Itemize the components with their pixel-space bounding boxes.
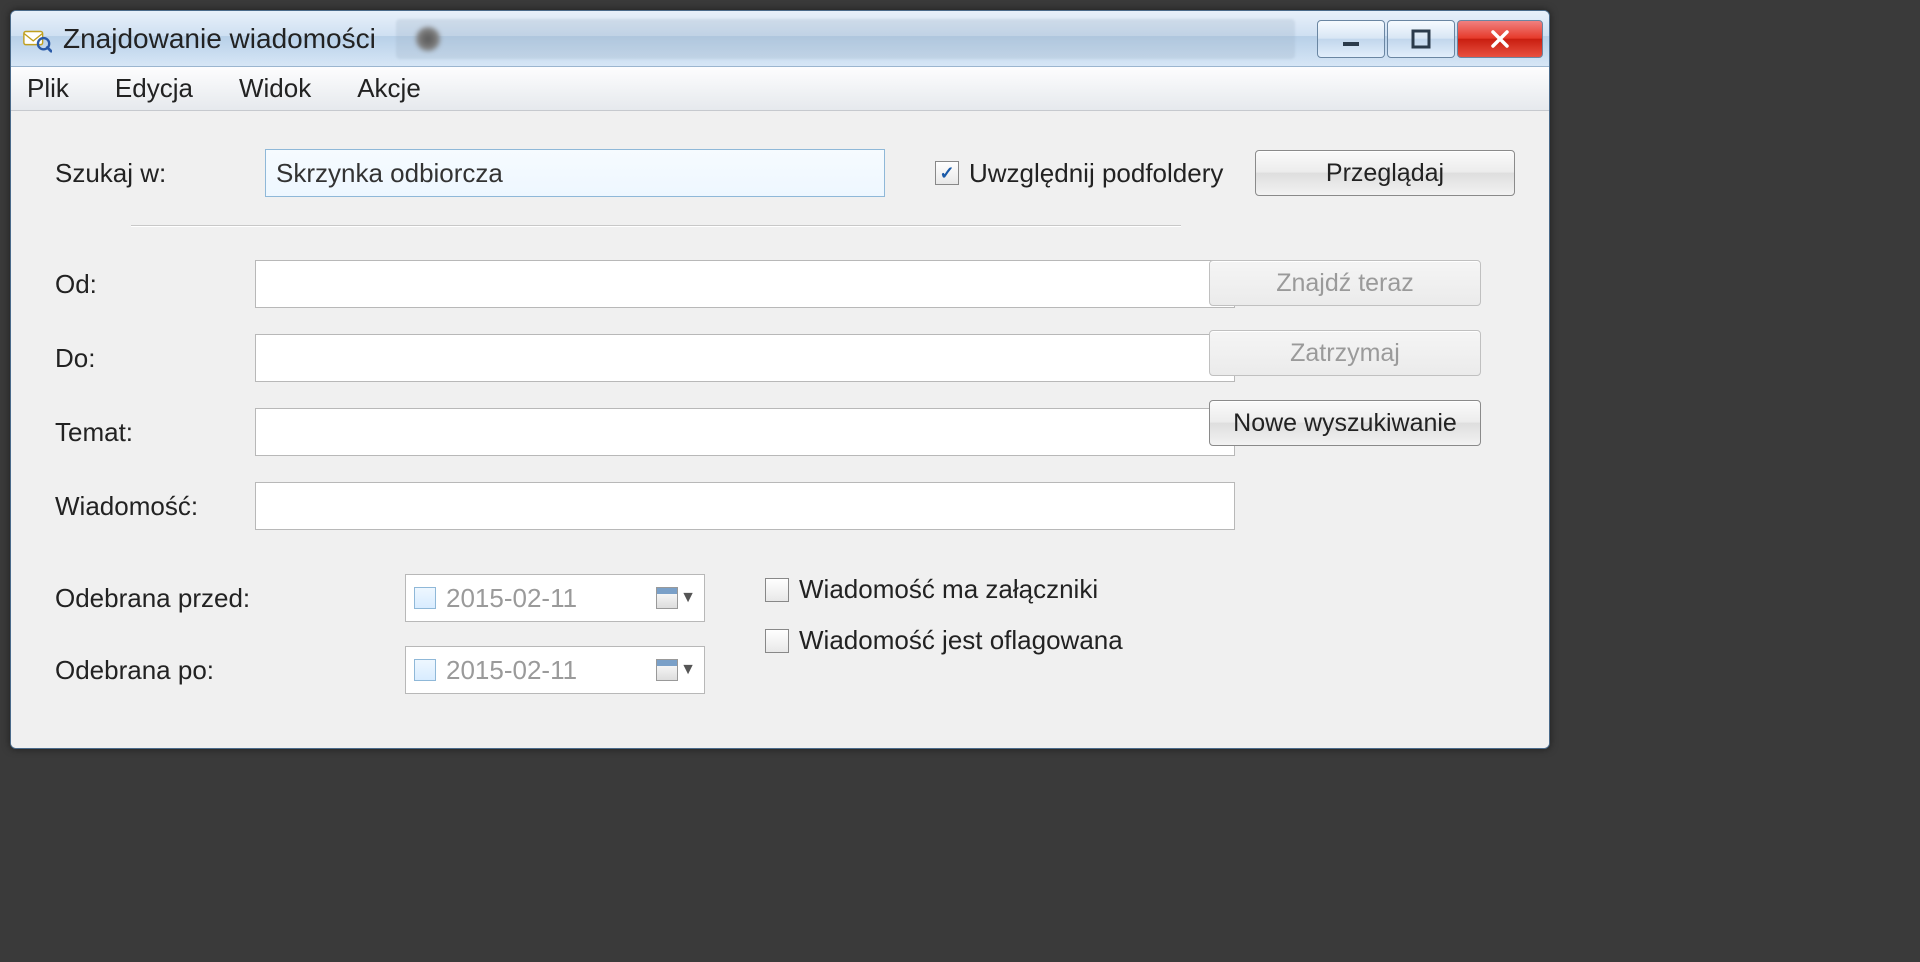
menu-akcje[interactable]: Akcje — [349, 69, 429, 108]
bottom-area: Odebrana przed: 2015-02-11 ▼ Odebrana po… — [55, 540, 1515, 694]
has-attachments-label: Wiadomość ma załączniki — [799, 574, 1098, 605]
find-now-button[interactable]: Znajdź teraz — [1209, 260, 1481, 306]
received-after-picker[interactable]: 2015-02-11 ▼ — [405, 646, 705, 694]
app-icon — [21, 23, 53, 55]
background-blur — [396, 19, 1295, 59]
action-buttons-column: Znajdź teraz Zatrzymaj Nowe wyszukiwanie — [1209, 260, 1481, 446]
checkbox-icon: ✓ — [765, 629, 789, 653]
has-attachments-checkbox[interactable]: ✓ Wiadomość ma załączniki — [765, 574, 1123, 605]
subject-label: Temat: — [55, 417, 255, 448]
calendar-dropdown-icon[interactable]: ▼ — [656, 659, 696, 681]
checkbox-icon: ✓ — [935, 161, 959, 185]
to-label: Do: — [55, 343, 255, 374]
is-flagged-checkbox[interactable]: ✓ Wiadomość jest oflagowana — [765, 625, 1123, 656]
is-flagged-label: Wiadomość jest oflagowana — [799, 625, 1123, 656]
new-search-button[interactable]: Nowe wyszukiwanie — [1209, 400, 1481, 446]
browse-button[interactable]: Przeglądaj — [1255, 150, 1515, 196]
window-title: Znajdowanie wiadomości — [63, 23, 376, 55]
menu-plik[interactable]: Plik — [19, 69, 77, 108]
stop-button[interactable]: Zatrzymaj — [1209, 330, 1481, 376]
include-subfolders-label: Uwzględnij podfoldery — [969, 158, 1223, 189]
calendar-dropdown-icon[interactable]: ▼ — [656, 587, 696, 609]
form-area: Od: Do: Temat: Wiadomość: Znajdź teraz — [55, 260, 1515, 694]
content-area: Szukaj w: ✓ Uwzględnij podfoldery Przegl… — [11, 111, 1549, 748]
include-subfolders-checkbox[interactable]: ✓ Uwzględnij podfoldery — [935, 158, 1223, 189]
maximize-button[interactable] — [1387, 20, 1455, 58]
message-label: Wiadomość: — [55, 491, 255, 522]
find-messages-window: Znajdowanie wiadomości Plik Edycja Widok… — [10, 10, 1550, 749]
received-before-picker[interactable]: 2015-02-11 ▼ — [405, 574, 705, 622]
separator — [131, 225, 1181, 226]
received-after-value: 2015-02-11 — [446, 655, 577, 686]
subject-input[interactable] — [255, 408, 1235, 456]
menu-edycja[interactable]: Edycja — [107, 69, 201, 108]
search-in-label: Szukaj w: — [55, 158, 255, 189]
message-input[interactable] — [255, 482, 1235, 530]
date-checkbox-icon[interactable] — [414, 659, 436, 681]
close-button[interactable] — [1457, 20, 1543, 58]
received-after-label: Odebrana po: — [55, 655, 345, 686]
received-before-value: 2015-02-11 — [446, 583, 577, 614]
to-input[interactable] — [255, 334, 1235, 382]
from-label: Od: — [55, 269, 255, 300]
menu-widok[interactable]: Widok — [231, 69, 319, 108]
date-checkbox-icon[interactable] — [414, 587, 436, 609]
from-input[interactable] — [255, 260, 1235, 308]
received-before-label: Odebrana przed: — [55, 583, 345, 614]
titlebar[interactable]: Znajdowanie wiadomości — [11, 11, 1549, 67]
search-in-input[interactable] — [265, 149, 885, 197]
checkbox-icon: ✓ — [765, 578, 789, 602]
minimize-button[interactable] — [1317, 20, 1385, 58]
menubar: Plik Edycja Widok Akcje — [11, 67, 1549, 111]
window-controls — [1315, 20, 1543, 58]
